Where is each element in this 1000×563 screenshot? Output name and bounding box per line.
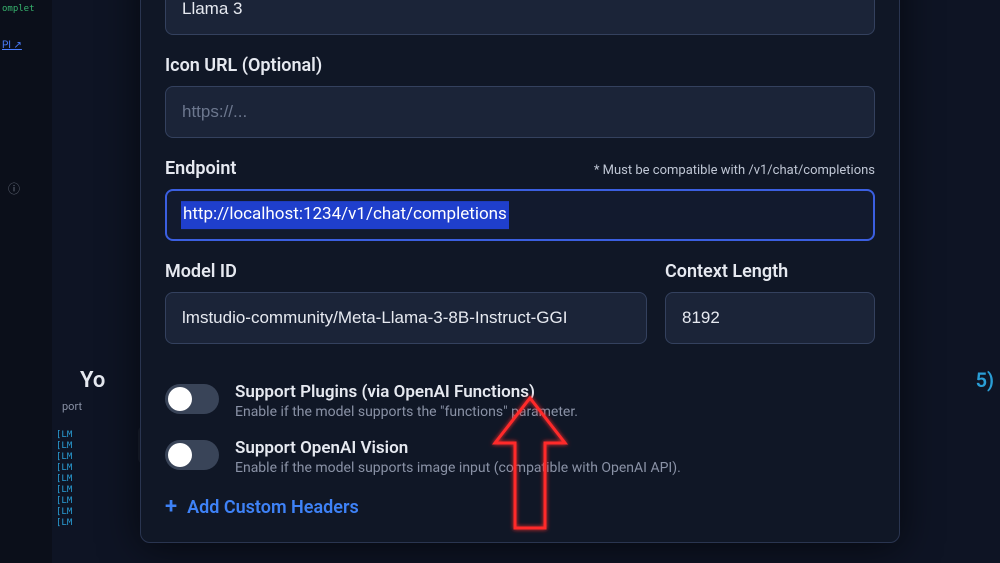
log-line: [LM <box>56 518 72 529</box>
model-id-field-group: Model ID <box>165 261 647 344</box>
model-row: Model ID Context Length <box>165 261 875 364</box>
icon-url-field-group: Icon URL (Optional) <box>165 55 875 138</box>
support-plugins-title: Support Plugins (via OpenAI Functions) <box>235 382 578 402</box>
endpoint-label: Endpoint <box>165 158 236 179</box>
endpoint-field-group: Endpoint * Must be compatible with /v1/c… <box>165 158 875 241</box>
model-id-input[interactable] <box>165 292 647 344</box>
add-custom-headers-label: Add Custom Headers <box>187 497 359 518</box>
plus-icon: + <box>165 496 177 518</box>
log-line: [LM <box>56 507 72 518</box>
name-input[interactable] <box>165 0 875 35</box>
name-field-group <box>165 0 875 35</box>
support-plugins-subtitle: Enable if the model supports the "functi… <box>235 404 578 420</box>
endpoint-hint: * Must be compatible with /v1/chat/compl… <box>594 163 875 178</box>
right-number-fragment: 5) <box>976 368 994 392</box>
port-label: port <box>62 400 82 413</box>
log-line: [LM <box>56 496 72 507</box>
support-vision-title: Support OpenAI Vision <box>235 438 681 458</box>
log-lines: [LM [LM [LM [LM [LM [LM [LM [LM [LM <box>56 430 72 529</box>
model-config-panel: Icon URL (Optional) Endpoint * Must be c… <box>140 0 900 543</box>
log-line: [LM <box>56 452 72 463</box>
support-vision-row: Support OpenAI Vision Enable if the mode… <box>165 438 875 476</box>
model-id-label: Model ID <box>165 261 647 282</box>
support-plugins-row: Support Plugins (via OpenAI Functions) E… <box>165 382 875 420</box>
info-icon[interactable]: ⓘ <box>8 180 20 197</box>
log-line: [LM <box>56 441 72 452</box>
icon-url-label: Icon URL (Optional) <box>165 55 875 76</box>
gutter-text: omplet <box>2 4 35 14</box>
log-line: [LM <box>56 485 72 496</box>
context-length-label: Context Length <box>665 261 875 282</box>
support-vision-toggle[interactable] <box>165 440 219 470</box>
support-plugins-toggle[interactable] <box>165 384 219 414</box>
log-line: [LM <box>56 463 72 474</box>
left-gutter: omplet PI ↗ ⓘ <box>0 0 52 563</box>
api-link[interactable]: PI ↗ <box>2 40 22 51</box>
log-line: [LM <box>56 430 72 441</box>
context-length-field-group: Context Length <box>665 261 875 344</box>
add-custom-headers-button[interactable]: + Add Custom Headers <box>165 496 875 518</box>
log-line: [LM <box>56 474 72 485</box>
icon-url-input[interactable] <box>165 86 875 138</box>
support-vision-subtitle: Enable if the model supports image input… <box>235 460 681 476</box>
page-heading-fragment: Yo <box>80 368 105 393</box>
window: omplet PI ↗ ⓘ Yo port [LM [LM [LM [LM [L… <box>0 0 1000 563</box>
context-length-input[interactable] <box>665 292 875 344</box>
endpoint-input[interactable] <box>165 189 875 241</box>
